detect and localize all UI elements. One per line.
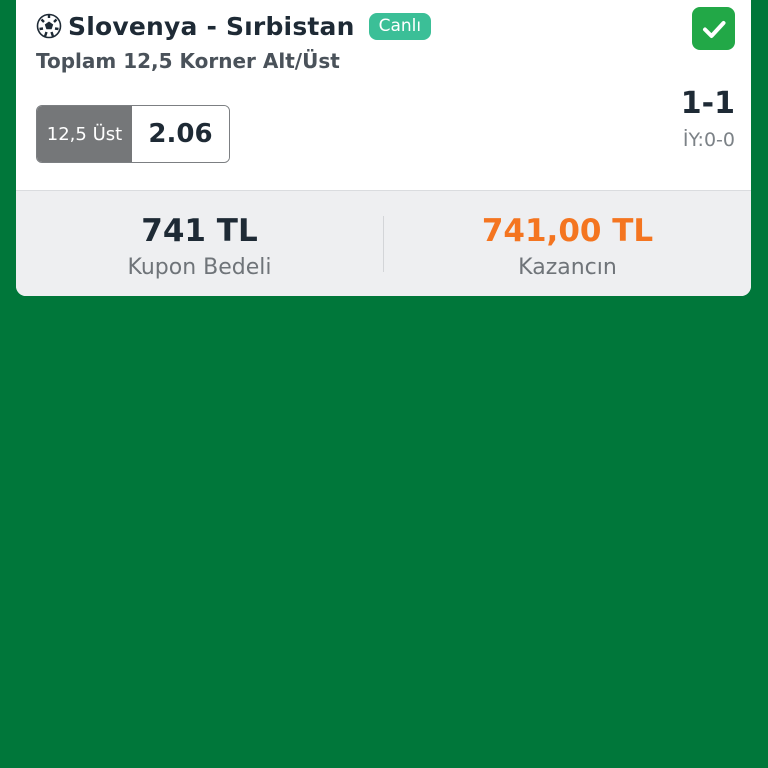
check-icon [692, 7, 735, 50]
match-title[interactable]: Slovenya - Sırbistan [68, 12, 355, 41]
odd-value: 2.06 [132, 106, 229, 162]
match-score: 1-1 [680, 86, 735, 121]
winnings-section: 741,00 TL Kazancın [384, 191, 751, 296]
win-label: Kazancın [518, 255, 617, 280]
stake-amount: 741 TL [141, 213, 258, 249]
selection-label: 12,5 Üst [37, 106, 132, 162]
bet-card: Slovenya - Sırbistan Canlı Toplam 12,5 K… [16, 0, 751, 296]
win-amount: 741,00 TL [481, 213, 654, 249]
stake-section: 741 TL Kupon Bedeli [16, 191, 383, 296]
soccer-ball-icon [36, 13, 62, 39]
live-badge: Canlı [368, 12, 432, 40]
match-header: Slovenya - Sırbistan Canlı [36, 10, 432, 42]
coupon-summary: 741 TL Kupon Bedeli 741,00 TL Kazancın [16, 190, 751, 296]
market-label: Toplam 12,5 Korner Alt/Üst [36, 49, 340, 73]
stake-label: Kupon Bedeli [127, 255, 272, 280]
halftime-score: İY:0-0 [682, 129, 735, 151]
odd-selection-box: 12,5 Üst 2.06 [36, 105, 230, 163]
